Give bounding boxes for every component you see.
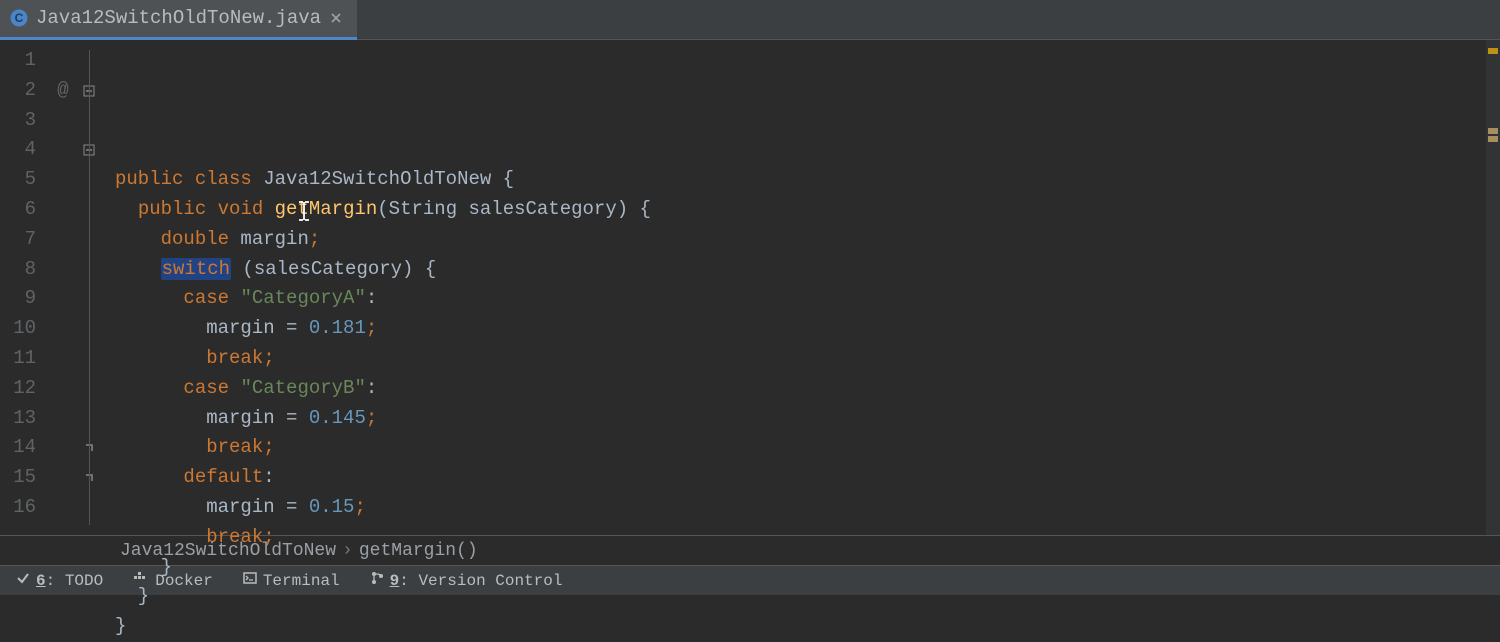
- override-annotation-icon[interactable]: @: [48, 76, 78, 106]
- code-line[interactable]: break;: [115, 523, 1500, 553]
- error-stripe[interactable]: [1486, 40, 1500, 535]
- todo-icon: [16, 571, 30, 590]
- line-number: 13: [0, 404, 36, 434]
- fold-gutter: [78, 40, 100, 535]
- hint-marker[interactable]: [1488, 128, 1498, 134]
- hint-marker[interactable]: [1488, 136, 1498, 142]
- line-number: 6: [0, 195, 36, 225]
- code-line[interactable]: switch (salesCategory) {: [115, 255, 1500, 285]
- code-area[interactable]: public class Java12SwitchOldToNew { publ…: [100, 40, 1500, 535]
- line-number: 16: [0, 493, 36, 523]
- line-number: 15: [0, 463, 36, 493]
- line-number: 10: [0, 314, 36, 344]
- code-line[interactable]: margin = 0.15;: [115, 493, 1500, 523]
- line-number: 1: [0, 46, 36, 76]
- line-number: 11: [0, 344, 36, 374]
- line-number: 9: [0, 284, 36, 314]
- code-line[interactable]: break;: [115, 433, 1500, 463]
- line-number: 4: [0, 135, 36, 165]
- code-line[interactable]: break;: [115, 344, 1500, 374]
- line-number: 14: [0, 433, 36, 463]
- java-class-icon: C: [10, 9, 28, 27]
- line-number: 5: [0, 165, 36, 195]
- code-line[interactable]: }: [115, 582, 1500, 612]
- code-editor[interactable]: 12345678910111213141516 @ public class J…: [0, 40, 1500, 535]
- editor-tab-bar: C Java12SwitchOldToNew.java: [0, 0, 1500, 40]
- editor-tab[interactable]: C Java12SwitchOldToNew.java: [0, 0, 357, 40]
- code-line[interactable]: double margin;: [115, 225, 1500, 255]
- code-line[interactable]: margin = 0.181;: [115, 314, 1500, 344]
- current-line-highlight: [100, 135, 1500, 165]
- line-number: 2: [0, 76, 36, 106]
- line-number: 8: [0, 255, 36, 285]
- tool-todo[interactable]: 6: TODO: [16, 571, 103, 590]
- line-number-gutter: 12345678910111213141516: [0, 40, 48, 535]
- code-line[interactable]: public void getMargin(String salesCatego…: [115, 195, 1500, 225]
- code-line[interactable]: margin = 0.145;: [115, 404, 1500, 434]
- code-line[interactable]: default:: [115, 463, 1500, 493]
- line-number: 7: [0, 225, 36, 255]
- code-line[interactable]: public class Java12SwitchOldToNew {: [115, 165, 1500, 195]
- code-line[interactable]: }: [115, 612, 1500, 642]
- code-line[interactable]: case "CategoryB":: [115, 374, 1500, 404]
- svg-text:C: C: [15, 11, 24, 25]
- line-number: 12: [0, 374, 36, 404]
- code-line[interactable]: }: [115, 553, 1500, 583]
- line-number: 3: [0, 106, 36, 136]
- tab-filename: Java12SwitchOldToNew.java: [36, 7, 321, 29]
- close-icon[interactable]: [329, 11, 343, 25]
- annotation-gutter: @: [48, 40, 78, 535]
- warning-marker[interactable]: [1488, 48, 1498, 54]
- code-line[interactable]: case "CategoryA":: [115, 284, 1500, 314]
